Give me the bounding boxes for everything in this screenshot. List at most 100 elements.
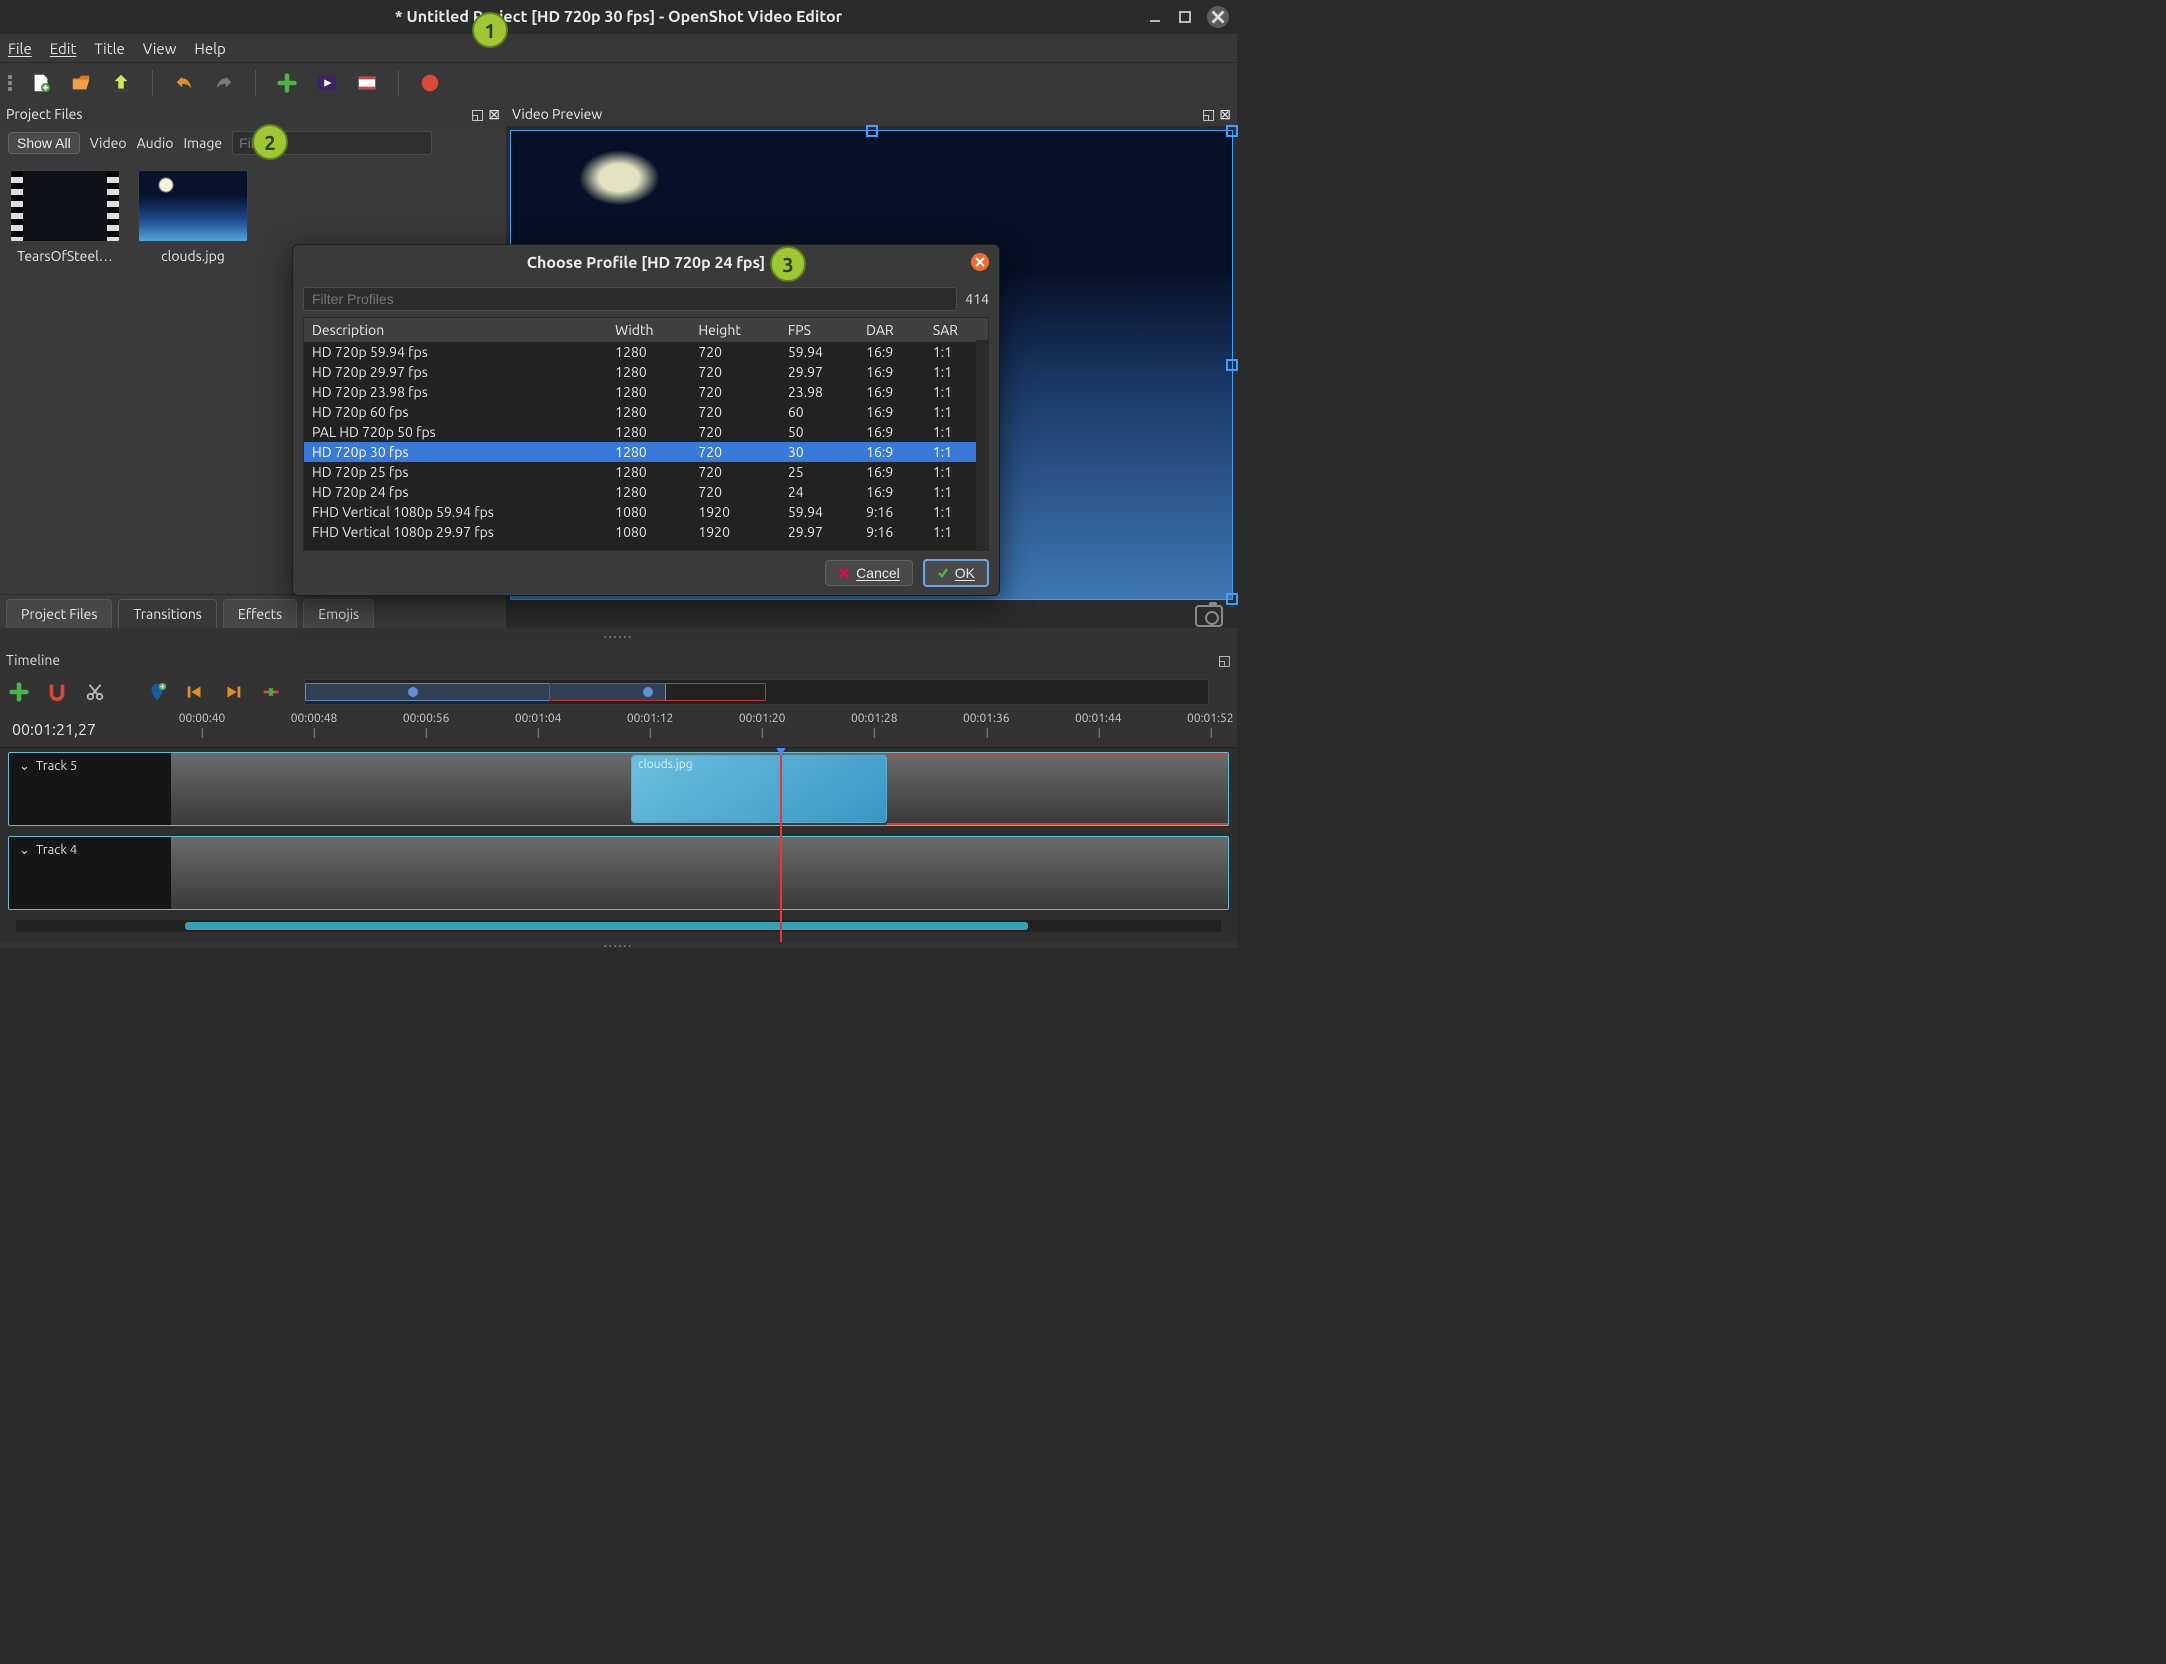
table-cell: PAL HD 720p 50 fps	[304, 422, 607, 442]
timeline-track[interactable]: ⌄Track 5 clouds.jpg	[8, 752, 1229, 826]
next-marker-button[interactable]	[220, 679, 246, 705]
cancel-button[interactable]: Cancel	[825, 560, 913, 586]
razor-button[interactable]	[82, 679, 108, 705]
step-badge-2: 2	[252, 124, 288, 160]
timeline-overview[interactable]	[304, 679, 1209, 705]
project-files-title: Project Files	[6, 106, 82, 122]
resize-handle-icon[interactable]	[1226, 125, 1238, 137]
timeline-tracks[interactable]: ⌄Track 5 clouds.jpg ⌄Track 4	[0, 748, 1237, 942]
project-file-item[interactable]: clouds.jpg	[138, 170, 248, 264]
table-cell: 720	[690, 402, 780, 422]
table-row[interactable]: PAL HD 720p 50 fps12807205016:91:1	[304, 422, 988, 442]
undo-button[interactable]	[171, 70, 197, 96]
table-row[interactable]: HD 720p 29.97 fps128072029.9716:91:1	[304, 362, 988, 382]
minimize-button[interactable]	[1147, 9, 1163, 25]
open-project-button[interactable]	[68, 70, 94, 96]
resize-handle-icon[interactable]	[1226, 593, 1238, 605]
resize-handle-icon[interactable]	[866, 125, 878, 137]
titlebar: * Untitled Project [HD 720p 30 fps] - Op…	[0, 0, 1237, 34]
tab-emojis[interactable]: Emojis	[303, 599, 374, 628]
tab-project-files[interactable]: Project Files	[6, 599, 112, 628]
table-cell: 16:9	[858, 462, 925, 482]
show-all-button[interactable]: Show All	[8, 132, 80, 154]
splitter-handle[interactable]: ••••••	[0, 628, 1237, 648]
tab-transitions[interactable]: Transitions	[118, 599, 216, 628]
import-files-button[interactable]	[274, 70, 300, 96]
table-row[interactable]: HD 720p 23.98 fps128072023.9816:91:1	[304, 382, 988, 402]
table-cell: 25	[780, 462, 858, 482]
table-cell: FHD Vertical 1080p 29.97 fps	[304, 522, 607, 542]
splitter-handle[interactable]: ••••••	[0, 942, 1237, 948]
add-marker-button[interactable]	[144, 679, 170, 705]
snapshot-button[interactable]	[1195, 605, 1223, 627]
center-playhead-button[interactable]	[258, 679, 284, 705]
filter-image-chip[interactable]: Image	[183, 135, 222, 151]
panel-close-icon[interactable]: ⊠	[1219, 106, 1231, 123]
table-header[interactable]: SAR	[925, 318, 988, 342]
menu-view[interactable]: View	[143, 40, 177, 57]
table-cell: 1280	[607, 442, 690, 462]
table-header[interactable]: FPS	[780, 318, 858, 342]
filter-audio-chip[interactable]: Audio	[137, 135, 174, 151]
menu-file[interactable]: File	[8, 40, 32, 57]
dialog-close-button[interactable]	[971, 253, 989, 271]
table-cell: 1280	[607, 462, 690, 482]
filter-video-chip[interactable]: Video	[90, 135, 127, 151]
timeline-current-time: 00:01:21,27	[0, 721, 170, 739]
table-header[interactable]: Width	[607, 318, 690, 342]
fullscreen-button[interactable]	[354, 70, 380, 96]
chevron-down-icon[interactable]: ⌄	[19, 759, 30, 774]
table-row[interactable]: HD 720p 60 fps12807206016:91:1	[304, 402, 988, 422]
table-cell: 9:16	[858, 522, 925, 542]
table-header[interactable]: Height	[690, 318, 780, 342]
menu-title[interactable]: Title	[94, 40, 124, 57]
maximize-button[interactable]	[1177, 9, 1193, 25]
table-row[interactable]: FHD Vertical 1080p 59.94 fps1080192059.9…	[304, 502, 988, 522]
save-project-button[interactable]	[108, 70, 134, 96]
table-cell: 30	[780, 442, 858, 462]
ok-button[interactable]: OK	[923, 559, 989, 587]
table-cell: 16:9	[858, 422, 925, 442]
project-file-item[interactable]: TearsOfSteel…	[10, 170, 120, 264]
table-row[interactable]: HD 720p 24 fps12807202416:91:1	[304, 482, 988, 502]
table-cell: HD 720p 23.98 fps	[304, 382, 607, 402]
close-button[interactable]	[1207, 6, 1229, 28]
export-button[interactable]	[417, 70, 443, 96]
undock-icon[interactable]: ◱	[471, 106, 484, 123]
table-header[interactable]: Description	[304, 318, 607, 342]
timeline-track[interactable]: ⌄Track 4	[8, 836, 1229, 910]
redo-button[interactable]	[211, 70, 237, 96]
timeline-scrollbar[interactable]	[16, 920, 1221, 932]
scrollbar[interactable]	[976, 340, 988, 550]
table-header[interactable]: DAR	[858, 318, 925, 342]
panel-close-icon[interactable]: ⊠	[488, 106, 500, 123]
file-label: TearsOfSteel…	[17, 248, 113, 264]
table-row[interactable]: HD 720p 25 fps12807202516:91:1	[304, 462, 988, 482]
chevron-down-icon[interactable]: ⌄	[19, 843, 30, 858]
add-track-button[interactable]	[6, 679, 32, 705]
undock-icon[interactable]: ◱	[1218, 652, 1231, 669]
playhead[interactable]	[780, 748, 782, 942]
timeline-clip[interactable]: clouds.jpg	[631, 755, 887, 823]
profile-table[interactable]: DescriptionWidthHeightFPSDARSAR HD 720p …	[303, 317, 989, 551]
profile-filter-input[interactable]	[303, 287, 957, 311]
tab-effects[interactable]: Effects	[223, 599, 297, 628]
file-thumbnail	[10, 170, 120, 242]
undock-icon[interactable]: ◱	[1202, 106, 1215, 123]
snap-button[interactable]	[44, 679, 70, 705]
choose-profile-button[interactable]	[314, 70, 340, 96]
table-cell: HD 720p 60 fps	[304, 402, 607, 422]
prev-marker-button[interactable]	[182, 679, 208, 705]
table-row[interactable]: HD 720p 59.94 fps128072059.9416:91:1	[304, 342, 988, 362]
table-row[interactable]: FHD Vertical 1080p 29.97 fps1080192029.9…	[304, 522, 988, 542]
resize-handle-icon[interactable]	[1226, 359, 1238, 371]
clip-label: clouds.jpg	[638, 758, 693, 771]
table-cell: 16:9	[858, 342, 925, 362]
table-row[interactable]: HD 720p 30 fps12807203016:91:1	[304, 442, 988, 462]
track-label: ⌄Track 5	[9, 753, 171, 825]
menu-edit[interactable]: Edit	[50, 40, 77, 57]
menu-help[interactable]: Help	[194, 40, 225, 57]
new-project-button[interactable]	[28, 70, 54, 96]
timeline-ruler[interactable]: 00:01:21,27 00:00:4000:00:4800:00:5600:0…	[0, 712, 1237, 748]
project-files-tabs: Project Files Transitions Effects Emojis	[0, 594, 506, 628]
